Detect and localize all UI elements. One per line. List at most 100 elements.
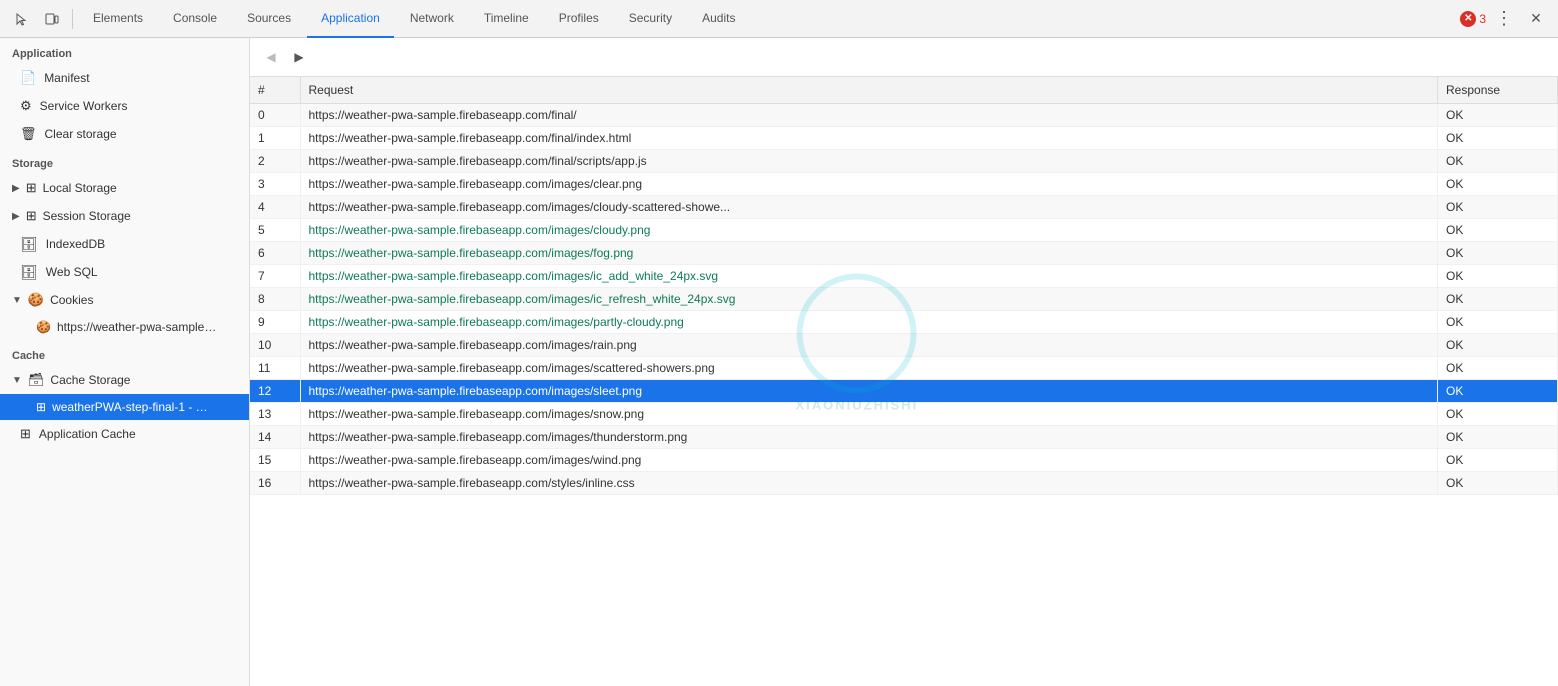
cell-request: https://weather-pwa-sample.firebaseapp.c…: [300, 449, 1438, 472]
cache-storage-arrow: ▼: [12, 375, 22, 386]
cell-request: https://weather-pwa-sample.firebaseapp.c…: [300, 104, 1438, 127]
cookies-icon: 🍪: [28, 292, 44, 308]
cell-request: https://weather-pwa-sample.firebaseapp.c…: [300, 472, 1438, 495]
cell-response: OK: [1438, 196, 1558, 219]
sidebar-item-cookies-child[interactable]: 🍪 https://weather-pwa-sample.firebaseapp…: [0, 314, 249, 340]
table-row[interactable]: 9https://weather-pwa-sample.firebaseapp.…: [250, 311, 1558, 334]
tab-application[interactable]: Application: [307, 0, 394, 38]
cell-response: OK: [1438, 288, 1558, 311]
table-row[interactable]: 3https://weather-pwa-sample.firebaseapp.…: [250, 173, 1558, 196]
cell-request: https://weather-pwa-sample.firebaseapp.c…: [300, 288, 1438, 311]
table-row[interactable]: 11https://weather-pwa-sample.firebaseapp…: [250, 357, 1558, 380]
sidebar-item-session-storage[interactable]: ▶ ⊞ Session Storage: [0, 202, 249, 230]
cell-request: https://weather-pwa-sample.firebaseapp.c…: [300, 426, 1438, 449]
cell-num: 6: [250, 242, 300, 265]
cell-request: https://weather-pwa-sample.firebaseapp.c…: [300, 219, 1438, 242]
cell-num: 3: [250, 173, 300, 196]
more-icon[interactable]: ⋮: [1490, 5, 1518, 33]
sidebar-item-cookies[interactable]: ▼ 🍪 Cookies: [0, 286, 249, 314]
devtools-toolbar: Elements Console Sources Application Net…: [0, 0, 1558, 38]
sidebar-item-app-cache[interactable]: ⊞ Application Cache: [0, 420, 249, 448]
cell-num: 2: [250, 150, 300, 173]
cell-num: 7: [250, 265, 300, 288]
cell-response: OK: [1438, 173, 1558, 196]
storage-section-header: Storage: [0, 148, 249, 174]
sidebar-item-cache-storage[interactable]: ▼ 🗃 Cache Storage: [0, 366, 249, 394]
toolbar-right: ✕ 3 ⋮ ✕: [1460, 5, 1550, 33]
nav-back-button[interactable]: ◀: [260, 46, 282, 68]
cell-num: 10: [250, 334, 300, 357]
cell-response: OK: [1438, 380, 1558, 403]
close-icon[interactable]: ✕: [1522, 5, 1550, 33]
cursor-icon[interactable]: [8, 5, 36, 33]
cache-section-header: Cache: [0, 340, 249, 366]
tab-timeline[interactable]: Timeline: [470, 0, 543, 38]
requests-table: # Request Response 0https://weather-pwa-…: [250, 77, 1558, 495]
cell-response: OK: [1438, 426, 1558, 449]
nav-arrows: ◀ ▶: [250, 38, 1558, 77]
cell-num: 9: [250, 311, 300, 334]
table-row[interactable]: 10https://weather-pwa-sample.firebaseapp…: [250, 334, 1558, 357]
cell-response: OK: [1438, 127, 1558, 150]
table-row[interactable]: 7https://weather-pwa-sample.firebaseapp.…: [250, 265, 1558, 288]
sidebar-item-indexeddb[interactable]: 🗄 IndexedDB: [0, 230, 249, 258]
tab-network[interactable]: Network: [396, 0, 468, 38]
cell-response: OK: [1438, 403, 1558, 426]
cache-storage-icon: 🗃: [28, 372, 45, 388]
table-row[interactable]: 0https://weather-pwa-sample.firebaseapp.…: [250, 104, 1558, 127]
tab-sources[interactable]: Sources: [233, 0, 305, 38]
clear-storage-icon: 🗑: [20, 126, 37, 142]
tab-security[interactable]: Security: [615, 0, 686, 38]
error-badge[interactable]: ✕ 3: [1460, 11, 1486, 27]
col-header-request: Request: [300, 77, 1438, 104]
table-row[interactable]: 2https://weather-pwa-sample.firebaseapp.…: [250, 150, 1558, 173]
cell-request: https://weather-pwa-sample.firebaseapp.c…: [300, 311, 1438, 334]
table-row[interactable]: 6https://weather-pwa-sample.firebaseapp.…: [250, 242, 1558, 265]
sidebar-item-local-storage[interactable]: ▶ ⊞ Local Storage: [0, 174, 249, 202]
tab-elements[interactable]: Elements: [79, 0, 157, 38]
cell-request: https://weather-pwa-sample.firebaseapp.c…: [300, 403, 1438, 426]
sidebar-item-web-sql[interactable]: 🗄 Web SQL: [0, 258, 249, 286]
col-header-num: #: [250, 77, 300, 104]
cache-child-icon: ⊞: [36, 400, 46, 414]
cell-num: 16: [250, 472, 300, 495]
table-row[interactable]: 16https://weather-pwa-sample.firebaseapp…: [250, 472, 1558, 495]
sidebar-item-clear-storage[interactable]: 🗑 Clear storage: [0, 120, 249, 148]
cell-response: OK: [1438, 150, 1558, 173]
tab-audits[interactable]: Audits: [688, 0, 749, 38]
cell-request: https://weather-pwa-sample.firebaseapp.c…: [300, 196, 1438, 219]
indexeddb-icon: 🗄: [20, 236, 38, 253]
table-row[interactable]: 15https://weather-pwa-sample.firebaseapp…: [250, 449, 1558, 472]
device-icon[interactable]: [38, 5, 66, 33]
cell-response: OK: [1438, 334, 1558, 357]
table-row[interactable]: 4https://weather-pwa-sample.firebaseapp.…: [250, 196, 1558, 219]
table-row[interactable]: 14https://weather-pwa-sample.firebaseapp…: [250, 426, 1558, 449]
cell-response: OK: [1438, 311, 1558, 334]
content-area: ◀ ▶ # Request Response 0https://weather-…: [250, 38, 1558, 686]
cell-response: OK: [1438, 449, 1558, 472]
sidebar-item-manifest[interactable]: 📄 Manifest: [0, 64, 249, 92]
cell-num: 11: [250, 357, 300, 380]
cell-num: 0: [250, 104, 300, 127]
sidebar-item-cache-child[interactable]: ⊞ weatherPWA-step-final-1 - https://weat…: [0, 394, 249, 420]
table-row[interactable]: 5https://weather-pwa-sample.firebaseapp.…: [250, 219, 1558, 242]
cell-response: OK: [1438, 472, 1558, 495]
table-row[interactable]: 1https://weather-pwa-sample.firebaseapp.…: [250, 127, 1558, 150]
application-section-header: Application: [0, 38, 249, 64]
cell-request: https://weather-pwa-sample.firebaseapp.c…: [300, 242, 1438, 265]
table-row[interactable]: 12https://weather-pwa-sample.firebaseapp…: [250, 380, 1558, 403]
session-storage-icon: ⊞: [26, 208, 37, 224]
cell-num: 4: [250, 196, 300, 219]
local-storage-arrow: ▶: [12, 183, 20, 194]
tab-console[interactable]: Console: [159, 0, 231, 38]
table-body: 0https://weather-pwa-sample.firebaseapp.…: [250, 104, 1558, 495]
cell-num: 1: [250, 127, 300, 150]
app-cache-icon: ⊞: [20, 426, 31, 442]
cell-request: https://weather-pwa-sample.firebaseapp.c…: [300, 173, 1438, 196]
tab-profiles[interactable]: Profiles: [545, 0, 613, 38]
table-header-row: # Request Response: [250, 77, 1558, 104]
nav-forward-button[interactable]: ▶: [288, 46, 310, 68]
table-row[interactable]: 8https://weather-pwa-sample.firebaseapp.…: [250, 288, 1558, 311]
table-row[interactable]: 13https://weather-pwa-sample.firebaseapp…: [250, 403, 1558, 426]
sidebar-item-service-workers[interactable]: ⚙ Service Workers: [0, 92, 249, 120]
